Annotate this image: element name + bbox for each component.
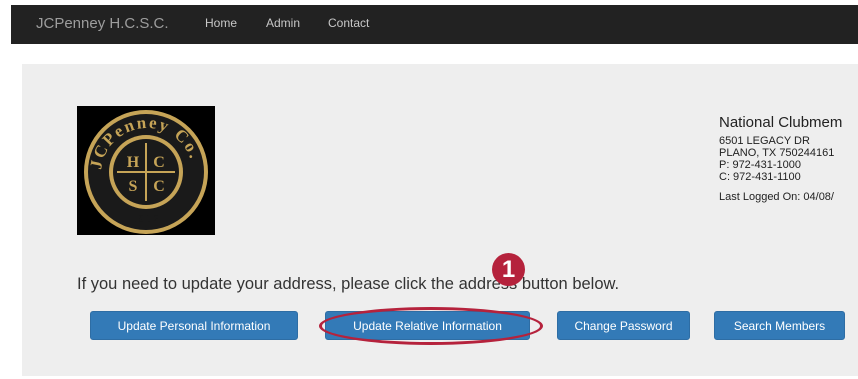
nav-link-admin[interactable]: Admin: [266, 16, 300, 30]
club-address-line1: 6501 LEGACY DR: [719, 135, 810, 147]
logo-letter-c2: C: [153, 178, 165, 195]
search-members-button[interactable]: Search Members: [714, 311, 845, 340]
update-relative-info-button[interactable]: Update Relative Information: [325, 311, 530, 340]
club-name: National Clubmem: [719, 114, 843, 131]
instruction-message: If you need to update your address, plea…: [77, 275, 620, 293]
club-address-line2: PLANO, TX 750244161: [719, 147, 835, 159]
update-personal-info-button[interactable]: Update Personal Information: [90, 311, 298, 340]
club-info: National Clubmem 6501 LEGACY DR PLANO, T…: [719, 114, 858, 203]
club-phone: P: 972-431-1000: [719, 159, 801, 171]
step-number-badge: 1: [492, 253, 525, 286]
navbar-brand[interactable]: JCPenney H.C.S.C.: [36, 15, 169, 32]
last-logged-on: Last Logged On: 04/08/: [719, 191, 834, 203]
logo-letter-h: H: [127, 154, 140, 171]
club-cell: C: 972-431-1100: [719, 171, 801, 183]
logo-letter-c: C: [153, 154, 165, 171]
jcpenney-logo: JCPenney Co. H C S C 1902: [77, 106, 215, 235]
nav-link-contact[interactable]: Contact: [328, 16, 369, 30]
change-password-button[interactable]: Change Password: [557, 311, 690, 340]
logo-year: 1902: [131, 213, 161, 225]
logo-letter-s: S: [129, 178, 138, 195]
top-navbar: JCPenney H.C.S.C. Home Admin Contact: [11, 5, 858, 44]
nav-link-home[interactable]: Home: [205, 16, 237, 30]
